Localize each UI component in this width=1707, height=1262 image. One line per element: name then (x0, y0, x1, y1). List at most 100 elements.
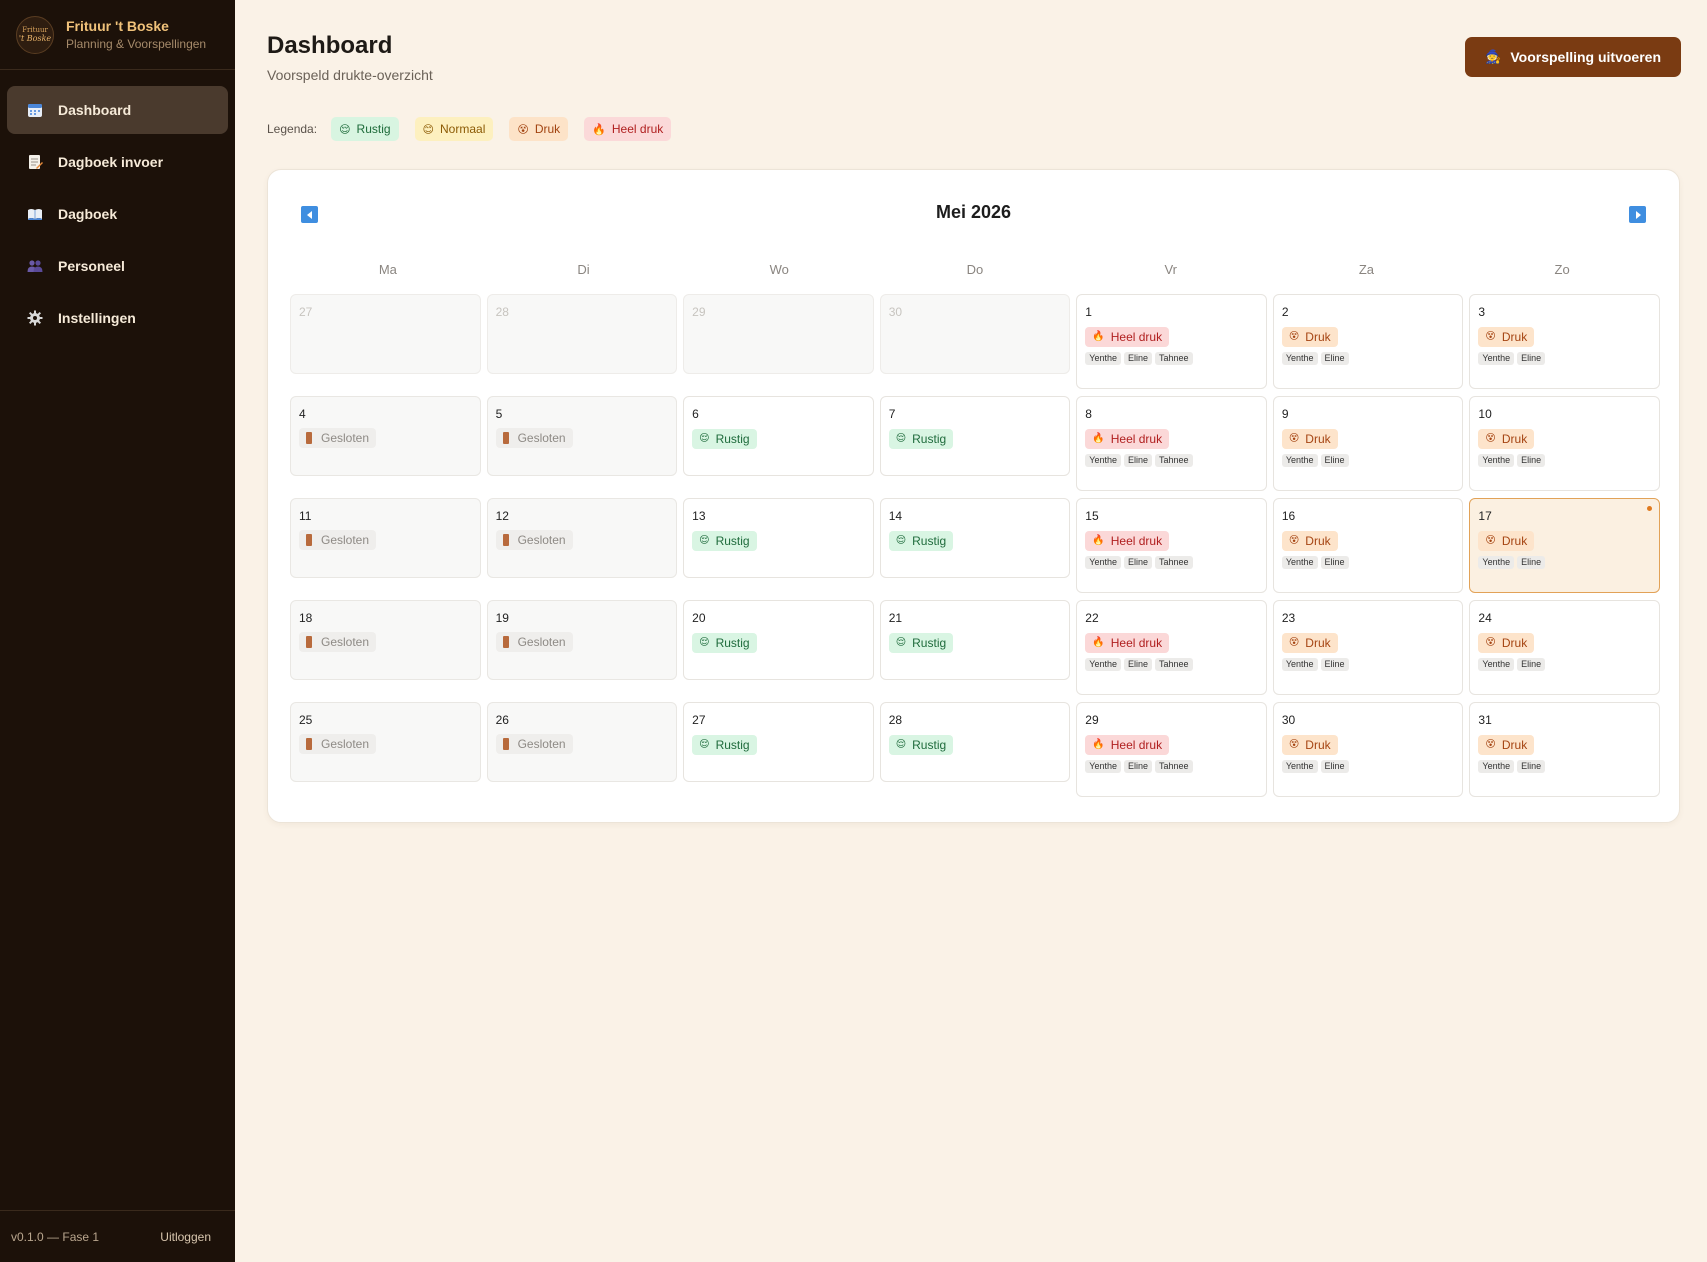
day-number: 30 (888, 305, 903, 319)
calendar-grid: 27 28 29 30 1 🔥 Heel druk Yenthe Eline Tahnee 2 😵 Dr… (290, 294, 1660, 804)
day-status-badge: 😵 Druk (1281, 734, 1338, 755)
calendar-day[interactable]: 27 (290, 294, 481, 374)
next-month-button[interactable] (1629, 206, 1646, 223)
calendar-day[interactable]: 4 Gesloten (290, 396, 481, 476)
busy-face-icon: 😵 (1288, 637, 1300, 648)
calendar-day[interactable]: 7 😌 Rustig (879, 396, 1071, 476)
day-status-badge: 😵 Druk (1281, 530, 1338, 551)
calendar-day[interactable]: 14 😌 Rustig (879, 498, 1071, 578)
busy-face-icon: 😵 (1485, 739, 1496, 750)
month-title: Mei 2026 (935, 202, 1012, 222)
day-status-label: Rustig (715, 635, 750, 650)
legend-item-normaal: 😊 Normaal (414, 117, 494, 141)
calendar-day[interactable]: 29 🔥 Heel druk Yenthe Eline Tahnee (1076, 702, 1267, 797)
calendar-day[interactable]: 19 Gesloten (486, 600, 678, 680)
door-icon (306, 636, 312, 648)
calendar-day[interactable]: 15 🔥 Heel druk Yenthe Eline Tahnee (1076, 498, 1267, 593)
calendar-day[interactable]: 6 😌 Rustig (683, 396, 874, 476)
relieved-face-icon: 😌 (895, 433, 907, 444)
relieved-face-icon: 😌 (895, 637, 907, 648)
busy-face-icon: 😵 (1288, 535, 1300, 546)
calendar-day[interactable]: 2 😵 Druk Yenthe Eline (1272, 294, 1464, 389)
calendar-day[interactable]: 23 😵 Druk Yenthe Eline (1272, 600, 1464, 695)
calendar-card: Mei 2026 Ma Di Wo Do Vr Za Zo 27 28 29 30 1 🔥 Heel d… (267, 169, 1680, 823)
calendar-day[interactable]: 1 🔥 Heel druk Yenthe Eline Tahnee (1076, 294, 1267, 389)
day-number: 14 (888, 509, 903, 523)
calendar-day[interactable]: 10 😵 Druk Yenthe Eline (1469, 396, 1660, 491)
calendar-day[interactable]: 11 Gesloten (290, 498, 481, 578)
sidebar-item-dagboek[interactable]: Dagboek (7, 190, 228, 238)
calendar-day[interactable]: 22 🔥 Heel druk Yenthe Eline Tahnee (1076, 600, 1267, 695)
calendar-day[interactable]: 13 😌 Rustig (683, 498, 874, 578)
door-icon (502, 432, 509, 444)
staff-list: Yenthe Eline (1478, 453, 1651, 467)
sidebar-item-label: Personeel (58, 258, 125, 274)
day-number: 25 (299, 713, 313, 727)
calendar-day[interactable]: 31 😵 Druk Yenthe Eline (1469, 702, 1660, 797)
day-status-badge: 🔥 Heel druk (1085, 530, 1170, 551)
staff-tag: Yenthe (1478, 657, 1515, 671)
fire-icon: 🔥 (1092, 637, 1105, 648)
calendar-day[interactable]: 30 (879, 294, 1071, 374)
staff-list: Yenthe Eline Tahnee (1085, 453, 1258, 467)
fire-icon: 🔥 (1092, 433, 1105, 444)
day-status-badge: Gesloten (299, 632, 377, 652)
sidebar-item-label: Instellingen (58, 310, 136, 326)
calendar-day-today[interactable]: 17 😵 Druk Yenthe Eline (1469, 498, 1660, 593)
busy-face-icon: 😵 (517, 123, 529, 136)
staff-tag: Yenthe (1478, 555, 1515, 569)
sidebar-item-dagboek-invoer[interactable]: Dagboek invoer (7, 138, 228, 186)
relieved-face-icon: 😌 (699, 637, 710, 648)
calendar-day[interactable]: 5 Gesloten (486, 396, 678, 476)
day-status-badge: Gesloten (299, 530, 377, 550)
door-icon (306, 534, 312, 546)
day-status-badge: 🔥 Heel druk (1085, 326, 1170, 347)
relieved-face-icon: 😌 (699, 535, 710, 546)
sidebar-item-dashboard[interactable]: Dashboard (7, 86, 228, 134)
staff-tag: Yenthe (1478, 453, 1515, 467)
logout-link[interactable]: Uitloggen (160, 1230, 211, 1244)
calendar-day[interactable]: 27 😌 Rustig (683, 702, 874, 782)
calendar-day[interactable]: 28 😌 Rustig (879, 702, 1071, 782)
calendar-day[interactable]: 24 😵 Druk Yenthe Eline (1469, 600, 1660, 695)
busy-face-icon: 😵 (1288, 433, 1300, 444)
relieved-face-icon: 😌 (895, 535, 907, 546)
calendar-day[interactable]: 12 Gesloten (486, 498, 678, 578)
calendar-day[interactable]: 20 😌 Rustig (683, 600, 874, 680)
run-forecast-label: Voorspelling uitvoeren (1510, 49, 1661, 65)
staff-list: Yenthe Eline (1478, 657, 1651, 671)
calendar-week-row: 27 28 29 30 1 🔥 Heel druk Yenthe Eline Tahnee 2 😵 Dr… (290, 294, 1660, 389)
relieved-face-icon: 😌 (339, 123, 351, 136)
staff-list: Yenthe Eline (1478, 351, 1651, 365)
calendar-day[interactable]: 3 😵 Druk Yenthe Eline (1469, 294, 1660, 389)
calendar-day[interactable]: 28 (486, 294, 678, 374)
day-number: 2 (1281, 305, 1289, 319)
sidebar: Frituur 't Boske Frituur 't Boske Planni… (0, 0, 235, 1262)
staff-tag: Yenthe (1281, 351, 1318, 365)
main-content: Dashboard Voorspeld drukte-overzicht 🧙 V… (235, 0, 1707, 1262)
calendar-day[interactable]: 29 (683, 294, 874, 374)
day-status-label: Druk (1501, 329, 1528, 344)
calendar-day[interactable]: 30 😵 Druk Yenthe Eline (1272, 702, 1464, 797)
today-indicator-dot (1646, 506, 1652, 511)
sidebar-item-personeel[interactable]: Personeel (7, 242, 228, 290)
day-status-label: Rustig (715, 737, 750, 752)
staff-tag: Eline (1517, 351, 1546, 365)
day-number: 9 (1281, 407, 1289, 421)
calendar-day[interactable]: 21 😌 Rustig (879, 600, 1071, 680)
day-status-label: Rustig (912, 635, 947, 650)
calendar-day[interactable]: 16 😵 Druk Yenthe Eline (1272, 498, 1464, 593)
calendar-day[interactable]: 8 🔥 Heel druk Yenthe Eline Tahnee (1076, 396, 1267, 491)
calendar-day[interactable]: 25 Gesloten (290, 702, 481, 782)
day-status-label: Rustig (912, 737, 947, 752)
calendar-day[interactable]: 26 Gesloten (486, 702, 678, 782)
staff-tag: Tahnee (1155, 657, 1193, 671)
calendar-day[interactable]: 9 😵 Druk Yenthe Eline (1272, 396, 1464, 491)
brand[interactable]: Frituur 't Boske Frituur 't Boske Planni… (0, 0, 235, 70)
calendar-day[interactable]: 18 Gesloten (290, 600, 481, 680)
day-status-label: Gesloten (517, 737, 566, 751)
sidebar-item-instellingen[interactable]: Instellingen (7, 294, 228, 342)
day-number: 5 (495, 407, 503, 421)
run-forecast-button[interactable]: 🧙 Voorspelling uitvoeren (1465, 37, 1681, 77)
calendar-week-row: 18 Gesloten 19 Gesloten 20 😌 Rustig 21 😌 Rustig 22… (290, 600, 1660, 695)
